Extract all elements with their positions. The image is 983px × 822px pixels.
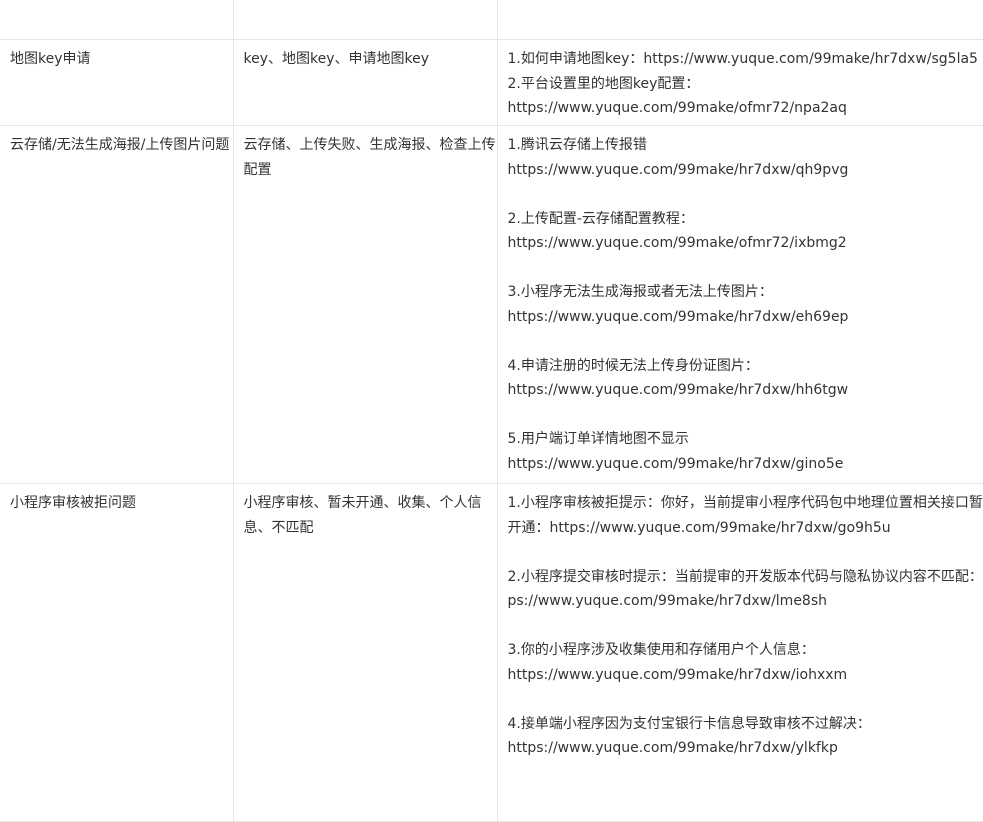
solution-link[interactable]: https://www.yuque.com/99make/hr7dxw/hh6t… [508,378,983,403]
solutions-cell: 1.如何申请地图key：https://www.yuque.com/99make… [497,40,983,126]
topic-text: 小程序审核被拒问题 [10,495,136,511]
keywords-text: 小程序审核、暂未开通、收集、个人信息、不匹配 [244,495,482,536]
table-row: 小程序审核被拒问题 小程序审核、暂未开通、收集、个人信息、不匹配 1.小程序审核… [0,484,983,822]
topic-cell: 地图key申请 [0,40,233,126]
solution-link[interactable]: https://www.yuque.com/99make/hr7dxw/iohx… [508,663,983,688]
keywords-cell: 云存储、上传失败、生成海报、检查上传配置 [233,126,497,484]
solution-link[interactable]: 2.小程序提交审核时提示：当前提审的开发版本代码与隐私协议内容不匹配：https… [508,565,983,614]
table-row: 地图key申请 key、地图key、申请地图key 1.如何申请地图key：ht… [0,40,983,126]
solution-title: 5.用户端订单详情地图不显示 [508,427,983,452]
keywords-text: key、地图key、申请地图key [244,51,430,67]
keywords-cell [233,0,497,40]
solution-title: 2.上传配置-云存储配置教程： [508,207,983,232]
solution-link[interactable]: https://www.yuque.com/99make/ofmr72/ixbm… [508,231,983,256]
topic-text: 云存储/无法生成海报/上传图片问题 [10,137,229,153]
keywords-cell: key、地图key、申请地图key [233,40,497,126]
topic-cell: 云存储/无法生成海报/上传图片问题 [0,126,233,484]
solution-title: 2.平台设置里的地图key配置： [508,72,983,97]
solution-link[interactable]: https://www.yuque.com/99make/hr7dxw/qh9p… [508,158,983,183]
solution-link[interactable]: https://www.yuque.com/99make/hr7dxw/eh69… [508,305,983,330]
solutions-cell: 1.小程序审核被拒提示：你好，当前提审小程序代码包中地理位置相关接口暂未开通：h… [497,484,983,822]
solution-link[interactable]: 1.小程序审核被拒提示：你好，当前提审小程序代码包中地理位置相关接口暂未开通：h… [508,491,983,540]
solution-link[interactable]: 1.如何申请地图key：https://www.yuque.com/99make… [508,47,983,72]
solution-link[interactable]: https://www.yuque.com/99make/hr7dxw/gino… [508,452,983,477]
topic-cell [0,0,233,40]
solutions-cell: 1.腾讯云存储上传报错 https://www.yuque.com/99make… [497,126,983,484]
solutions-cell [497,0,983,40]
faq-table: 地图key申请 key、地图key、申请地图key 1.如何申请地图key：ht… [0,0,983,822]
solution-title: 1.腾讯云存储上传报错 [508,133,983,158]
table-row [0,0,983,40]
solution-link[interactable]: https://www.yuque.com/99make/ofmr72/npa2… [508,96,983,121]
solution-link[interactable]: https://www.yuque.com/99make/hr7dxw/ylkf… [508,736,983,761]
keywords-text: 云存储、上传失败、生成海报、检查上传配置 [244,137,496,178]
topic-text: 地图key申请 [10,51,91,67]
keywords-cell: 小程序审核、暂未开通、收集、个人信息、不匹配 [233,484,497,822]
solution-title: 3.小程序无法生成海报或者无法上传图片： [508,280,983,305]
solution-title: 4.接单端小程序因为支付宝银行卡信息导致审核不过解决： [508,712,983,737]
table-row: 云存储/无法生成海报/上传图片问题 云存储、上传失败、生成海报、检查上传配置 1… [0,126,983,484]
solution-title: 4.申请注册的时候无法上传身份证图片： [508,354,983,379]
solution-title: 3.你的小程序涉及收集使用和存储用户个人信息： [508,638,983,663]
topic-cell: 小程序审核被拒问题 [0,484,233,822]
